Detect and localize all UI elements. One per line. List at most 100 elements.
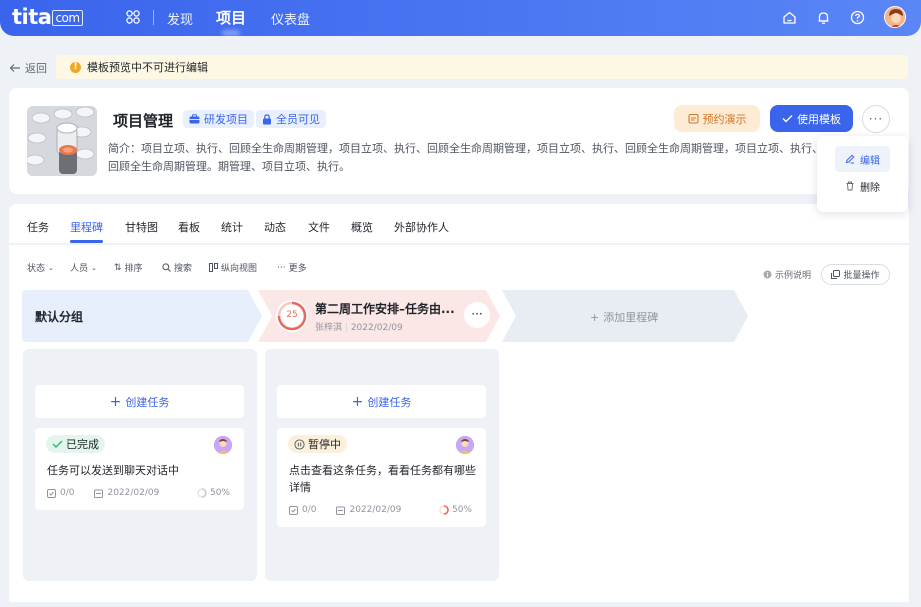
milestone-header[interactable]: 25 第二周工作安排–任务由... 张梓淇 | 2022/02/09 ···: [258, 290, 500, 342]
plus-icon: +: [109, 393, 122, 410]
book-demo-button[interactable]: 预约演示: [674, 105, 760, 132]
task-meta: 0/0 2022/02/09: [289, 505, 401, 515]
project-tabs: 任务 里程碑 甘特图 看板 统计 动态 文件 概览 外部协作人: [9, 204, 909, 243]
tab-kanban[interactable]: 看板: [178, 219, 200, 235]
ellipsis-icon: ···: [277, 262, 286, 273]
search-icon: [162, 263, 171, 272]
default-group-title: 默认分组: [35, 310, 84, 324]
tab-statistics[interactable]: 统计: [221, 219, 243, 235]
back-button[interactable]: 返回: [9, 60, 47, 76]
task-meta: 0/0 2022/02/09: [47, 488, 159, 498]
nav-projects[interactable]: 项目: [216, 7, 246, 28]
batch-icon: [831, 270, 841, 279]
nav-discover[interactable]: 发现: [167, 9, 193, 28]
assignee-avatar[interactable]: [214, 436, 232, 454]
more-dropdown: 编辑 删除: [817, 136, 908, 212]
search-button[interactable]: 搜索: [162, 261, 192, 274]
check-icon: [52, 440, 63, 448]
add-milestone-header[interactable]: + 添加里程碑: [502, 290, 748, 342]
milestone-badge: 25: [286, 310, 298, 320]
add-milestone-button[interactable]: + 添加里程碑: [590, 309, 658, 325]
use-template-button[interactable]: 使用模板: [770, 105, 853, 132]
task-card[interactable]: 暂停中 点击查看这条任务，看看任务都有哪些详情 0/0 2022/02/09 5…: [277, 428, 486, 527]
project-cover-image: [27, 106, 97, 176]
example-hint[interactable]: 示例说明: [763, 268, 811, 281]
milestone-date: 2022/02/09: [350, 323, 403, 333]
dropdown-edit-label: 编辑: [860, 155, 880, 167]
assignee-avatar[interactable]: [456, 436, 474, 454]
project-title: 项目管理: [113, 112, 174, 130]
tag-rd-project: 研发项目: [183, 110, 254, 128]
create-task-button[interactable]: + 创建任务: [35, 385, 244, 418]
tab-tasks[interactable]: 任务: [27, 219, 49, 235]
info-icon: !: [70, 61, 81, 73]
plus-icon: +: [351, 393, 364, 410]
status-badge-paused[interactable]: 暂停中: [288, 435, 347, 453]
default-group-header[interactable]: 默认分组: [22, 290, 262, 342]
sort-button[interactable]: ⇅ 排序: [114, 261, 143, 275]
tab-external-collaborators[interactable]: 外部协作人: [394, 219, 449, 235]
use-template-label: 使用模板: [797, 112, 841, 126]
dropdown-edit[interactable]: 编辑: [835, 146, 890, 172]
calendar-icon: [94, 489, 104, 498]
more-icon[interactable]: ···: [862, 105, 890, 133]
milestone-owner: 张梓淇: [315, 323, 343, 333]
subtask-icon: [47, 488, 56, 498]
columns-icon: [209, 263, 218, 272]
preview-notice: ! 模板预览中不可进行编辑: [56, 55, 908, 79]
milestone-more-icon[interactable]: ···: [464, 302, 490, 328]
pause-icon: [294, 438, 305, 450]
vertical-view-button[interactable]: 纵向视图: [209, 261, 257, 274]
project-description: 简介：项目立项、执行、回顾全生命周期管理，项目立项、执行、回顾全生命周期管理，项…: [108, 142, 823, 173]
sort-icon: ⇅: [114, 262, 122, 273]
project-header: 项目管理 研发项目 全员可见 简介：项目立项、执行、回顾全生命周期管理，项目立项…: [9, 88, 909, 194]
briefcase-icon: [189, 114, 200, 124]
task-progress: 50%: [197, 488, 230, 498]
dropdown-delete-label: 删除: [860, 182, 880, 194]
task-card[interactable]: 已完成 任务可以发送到聊天对话中 0/0 2022/02/09 50%: [35, 428, 244, 510]
milestone-meta: 张梓淇 | 2022/02/09: [315, 323, 403, 333]
book-demo-label: 预约演示: [702, 112, 747, 126]
tab-activity[interactable]: 动态: [264, 219, 286, 235]
help-icon[interactable]: [850, 10, 865, 25]
tab-milestones[interactable]: 里程碑: [70, 219, 103, 243]
filter-members[interactable]: 人员 ⌄: [70, 261, 97, 275]
milestone-title: 第二周工作安排–任务由...: [315, 302, 455, 316]
status-badge-done[interactable]: 已完成: [46, 435, 105, 453]
create-task-button[interactable]: + 创建任务: [277, 385, 486, 418]
trash-icon: [846, 181, 854, 191]
tag-label: 全员可见: [276, 113, 320, 126]
tab-files[interactable]: 文件: [308, 219, 330, 235]
apps-icon[interactable]: [126, 10, 140, 24]
task-title: 任务可以发送到聊天对话中: [47, 464, 179, 477]
filter-status[interactable]: 状态 ⌄: [27, 261, 54, 275]
tab-gantt[interactable]: 甘特图: [125, 219, 158, 235]
more-options-button[interactable]: ··· 更多: [277, 261, 307, 275]
notice-text: 模板预览中不可进行编辑: [87, 61, 208, 74]
tab-overview[interactable]: 概览: [351, 219, 373, 235]
batch-operation-button[interactable]: 批量操作: [821, 264, 890, 285]
nav-dashboard[interactable]: 仪表盘: [271, 9, 310, 28]
tag-label: 研发项目: [204, 113, 248, 126]
task-progress: 50%: [439, 505, 472, 515]
milestone-column: + 创建任务 暂停中 点击查看这条任务，看看任务都有哪些详情 0/0 2022/0…: [265, 349, 499, 581]
calendar-icon: [336, 506, 346, 515]
plus-icon: +: [590, 310, 600, 324]
info-circle-icon: [763, 270, 772, 279]
subtask-icon: [289, 505, 298, 515]
dropdown-delete[interactable]: 删除: [835, 173, 890, 199]
default-group-column: + 创建任务 已完成 任务可以发送到聊天对话中 0/0 2022/02/09 50…: [23, 349, 257, 581]
logo[interactable]: tita com: [12, 5, 83, 29]
tag-visibility: 全员可见: [256, 110, 326, 128]
bell-icon[interactable]: [816, 10, 831, 25]
back-label: 返回: [25, 62, 47, 75]
milestone-progress-ring: 25: [276, 300, 308, 332]
top-nav: tita com 发现 项目 仪表盘: [0, 0, 921, 36]
nav-divider: [153, 10, 154, 25]
lock-icon: [263, 113, 271, 124]
progress-ring-icon: [197, 488, 207, 498]
avatar[interactable]: [884, 6, 906, 28]
milestone-board: 状态 ⌄ 人员 ⌄ ⇅ 排序 搜索 纵向视图 ··· 更多 示例说明 批量操作 默认分组…: [9, 244, 909, 602]
edit-icon: [845, 154, 855, 164]
home-icon[interactable]: [782, 10, 797, 25]
